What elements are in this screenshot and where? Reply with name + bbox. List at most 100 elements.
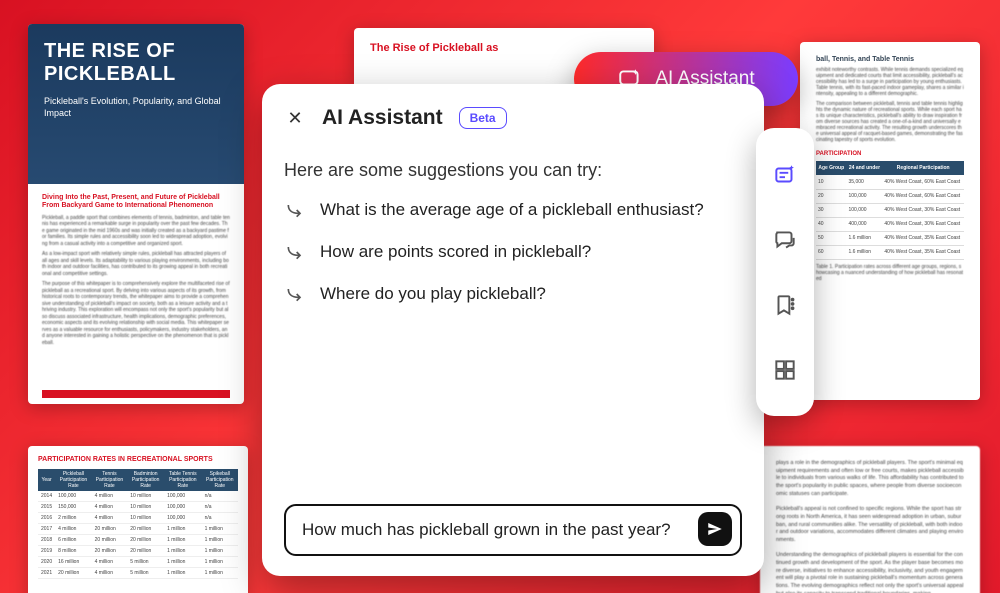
table-cell: 20 million [127,524,164,535]
background-doc-cover: THE RISE OF PICKLEBALL Pickleball's Evol… [28,24,244,404]
table-cell: 2015 [38,502,55,513]
panel-intro-text: Here are some suggestions you can try: [284,160,742,181]
table-cell: 6 million [55,535,92,546]
ai-assistant-panel: ✕ AI Assistant Beta Here are some sugges… [262,84,764,576]
doc-cover-title: THE RISE OF PICKLEBALL [44,40,228,86]
suggestion-list: What is the average age of a pickleball … [284,199,742,305]
doc-paragraph: As a low-impact sport with relatively si… [42,251,230,277]
table-header-cell: Pickleball Participation Rate [55,469,92,491]
table-row: 20162 million4 million10 million100,000n… [38,513,238,524]
table-cell: 20 million [92,546,128,557]
doc-right-caption: Table 1. Participation rates across diff… [816,264,964,282]
suggestion-item[interactable]: Where do you play pickleball? [284,283,742,305]
table-cell: 4 million [92,557,128,568]
background-doc-table-bl: PARTICIPATION RATES IN RECREATIONAL SPOR… [28,446,248,593]
table-row: 20198 million20 million20 million1 milli… [38,546,238,557]
table-cell: 4 million [92,491,128,502]
table-cell: 150,000 [55,502,92,513]
table-cell: 4 million [92,568,128,579]
table-cell: 1 million [202,524,238,535]
table-cell: 5 million [127,557,164,568]
table-cell: 100,000 [164,502,201,513]
table-cell: 2019 [38,546,55,557]
table-cell: 10 million [127,502,164,513]
table-cell: 2021 [38,568,55,579]
table-cell: 100,000 [55,491,92,502]
send-button[interactable] [698,512,732,546]
background-doc-text-br: plays a role in the demographics of pick… [760,446,980,593]
table-header-cell: Tennis Participation Rate [92,469,128,491]
background-doc-right: ball, Tennis, and Table Tennis exhibit n… [800,42,980,400]
table-cell: 4 million [92,513,128,524]
table-cell: 4 million [92,502,128,513]
table-header-cell: Table Tennis Participation Rate [164,469,201,491]
table-row: 2014100,0004 million10 million100,000n/a [38,491,238,502]
grid-icon[interactable] [770,355,800,385]
table-header-cell: Spikeball Participation Rate [202,469,238,491]
chat-input-container [284,504,742,556]
reply-arrow-icon [284,199,306,221]
table-cell: 10 million [127,491,164,502]
doc-right-paragraph: exhibit noteworthy contrasts. While tenn… [816,67,964,97]
table-header-cell: Badminton Participation Rate [127,469,164,491]
table-cell: 2 million [55,513,92,524]
table-cell: 1 million [164,524,201,535]
table-row: 202120 million4 million5 million1 millio… [38,568,238,579]
chat-icon[interactable] [770,225,800,255]
table-row: 20186 million20 million20 million1 milli… [38,535,238,546]
doc-cover-hero: THE RISE OF PICKLEBALL Pickleball's Evol… [28,24,244,184]
panel-title: AI Assistant [322,106,443,130]
table-cell: 10 million [127,513,164,524]
table-cell: 4 million [55,524,92,535]
table-cell: 1 million [164,568,201,579]
table-cell: 100,000 [164,491,201,502]
doc-table-heading: PARTICIPATION RATES IN RECREATIONAL SPOR… [38,456,238,463]
table-cell: n/a [202,502,238,513]
table-cell: 2018 [38,535,55,546]
table-cell: 20 million [55,568,92,579]
table-cell: 1 million [202,557,238,568]
table-cell: 20 million [92,535,128,546]
table-cell: n/a [202,491,238,502]
table-cell: 2016 [38,513,55,524]
suggestion-text: Where do you play pickleball? [320,284,546,304]
table-cell: 5 million [127,568,164,579]
table-cell: 1 million [164,535,201,546]
chat-input[interactable] [302,520,692,540]
table-row: 20174 million20 million20 million1 milli… [38,524,238,535]
suggestion-text: What is the average age of a pickleball … [320,200,704,220]
side-tool-strip [756,128,814,416]
table-row: 2015150,0004 million10 million100,000n/a [38,502,238,513]
table-cell: 1 million [164,557,201,568]
table-cell: 2014 [38,491,55,502]
table-cell: 16 million [55,557,92,568]
table-header-cell: Year [38,469,55,491]
panel-header: ✕ AI Assistant Beta [284,106,742,130]
doc-right-subhead: PARTICIPATION [816,151,964,157]
doc-footer-bar [42,390,230,398]
doc-paragraph: Pickleball, a paddle sport that combines… [42,215,230,248]
doc-right-heading: ball, Tennis, and Table Tennis [816,56,964,63]
close-icon[interactable]: ✕ [284,108,306,129]
table-cell: n/a [202,513,238,524]
beta-badge: Beta [459,107,507,129]
table-cell: 8 million [55,546,92,557]
table-cell: 1 million [164,546,201,557]
participation-table: YearPickleball Participation RateTennis … [38,469,238,579]
doc-right-paragraph: The comparison between pickleball, tenni… [816,101,964,143]
doc-paragraph: The purpose of this whitepaper is to com… [42,281,230,346]
table-cell: 1 million [202,535,238,546]
table-cell: 1 million [202,568,238,579]
reply-arrow-icon [284,241,306,263]
table-cell: 20 million [92,524,128,535]
sparkle-note-icon[interactable] [770,160,800,190]
bookmark-icon[interactable] [770,290,800,320]
table-cell: 1 million [202,546,238,557]
suggestion-item[interactable]: How are points scored in pickleball? [284,241,742,263]
table-cell: 20 million [127,546,164,557]
doc-section-heading: Diving Into the Past, Present, and Futur… [42,194,230,211]
table-cell: 100,000 [164,513,201,524]
suggestion-item[interactable]: What is the average age of a pickleball … [284,199,742,221]
reply-arrow-icon [284,283,306,305]
doc-right-table: Age Group24 and underRegional Participat… [816,161,964,260]
